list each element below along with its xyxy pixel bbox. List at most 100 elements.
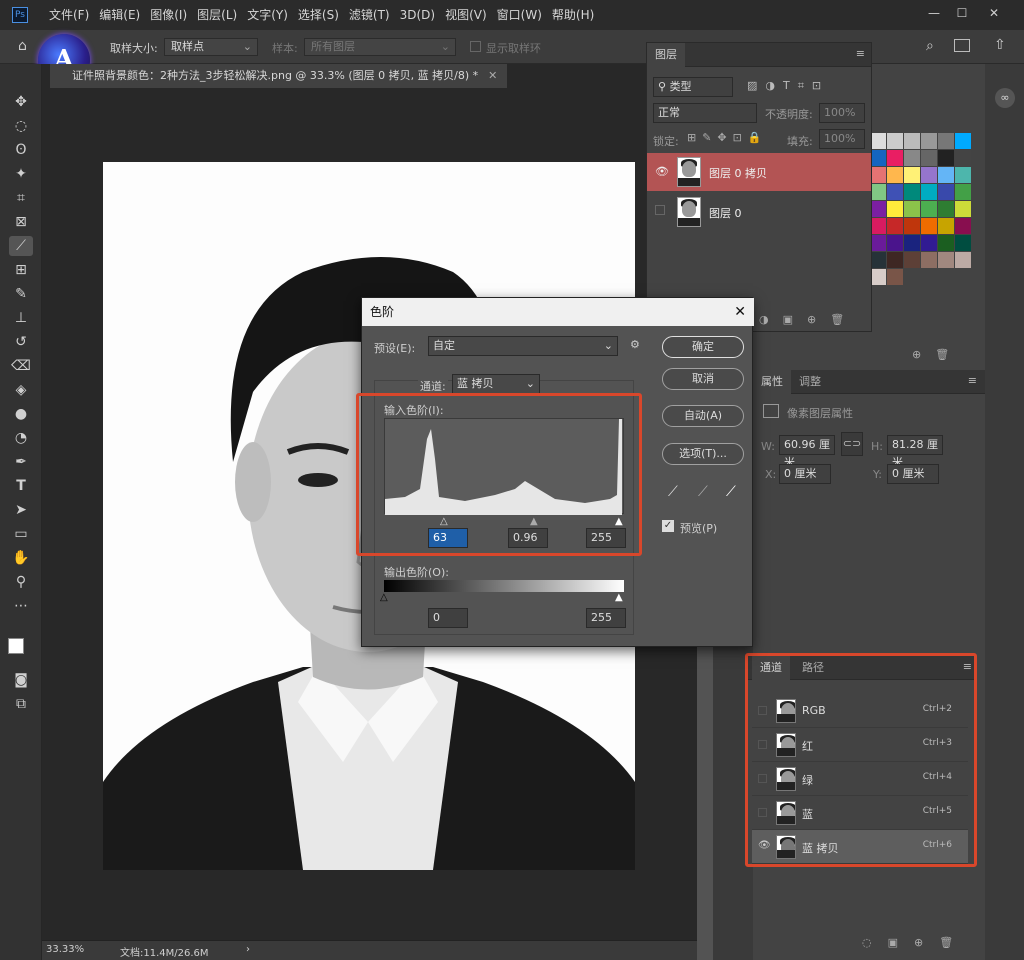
visibility-toggle[interactable] — [655, 205, 665, 215]
workspace-icon[interactable] — [954, 39, 970, 52]
layer-filter-select[interactable]: ⚲ 类型 — [653, 77, 733, 97]
menu-layer[interactable]: 图层(L) — [192, 0, 242, 30]
color-swatch[interactable] — [887, 252, 903, 268]
color-swatch[interactable] — [955, 150, 971, 166]
color-swatch[interactable] — [938, 252, 954, 268]
input-white-field[interactable]: 255 — [586, 528, 626, 548]
color-swatch[interactable] — [904, 184, 920, 200]
channel-row-rgb[interactable]: RGB Ctrl+2 — [752, 694, 968, 728]
ok-button[interactable]: 确定 — [662, 336, 744, 358]
color-swatch[interactable] — [870, 150, 886, 166]
menu-select[interactable]: 选择(S) — [293, 0, 344, 30]
eraser-tool-icon[interactable]: ⌫ — [9, 356, 33, 376]
color-swatch[interactable] — [921, 167, 937, 183]
chevron-right-icon[interactable]: › — [246, 944, 250, 955]
color-swatch[interactable] — [904, 218, 920, 234]
white-eyedropper-icon[interactable]: ⟋ — [726, 484, 736, 500]
visibility-toggle[interactable] — [758, 740, 767, 749]
opacity-field[interactable]: 100% — [819, 103, 865, 123]
fill-field[interactable]: 100% — [819, 129, 865, 149]
color-swatch[interactable] — [955, 218, 971, 234]
color-swatch[interactable] — [938, 184, 954, 200]
color-swatch[interactable] — [921, 235, 937, 251]
menu-view[interactable]: 视图(V) — [440, 0, 492, 30]
panel-menu-icon[interactable]: ≡ — [963, 660, 972, 673]
more-tools-icon[interactable]: ⋯ — [9, 596, 33, 616]
layer-actions[interactable]: ◑▣⊕🗑 — [759, 313, 858, 326]
panel-menu-icon[interactable]: ≡ — [968, 374, 977, 387]
menu-type[interactable]: 文字(Y) — [242, 0, 293, 30]
hand-tool-icon[interactable]: ✋ — [9, 548, 33, 568]
color-swatch[interactable] — [887, 133, 903, 149]
channel-actions[interactable]: ◌▣⊕🗑 — [862, 936, 969, 949]
share-icon[interactable]: ⇧ — [994, 37, 1006, 53]
paint-bucket-icon[interactable]: ◈ — [9, 380, 33, 400]
menu-edit[interactable]: 编辑(E) — [94, 0, 145, 30]
color-swatch[interactable] — [887, 167, 903, 183]
black-point-slider[interactable]: △ — [440, 516, 448, 527]
channel-select[interactable]: 蓝 拷贝 ⌄ — [452, 374, 540, 394]
document-tab[interactable]: 证件照背景颜色：2种方法_3步轻松解决.png @ 33.3% (图层 0 拷贝… — [50, 64, 508, 88]
color-swatch[interactable] — [870, 201, 886, 217]
layer-filter-icons[interactable]: ▨◑T⌗⊡ — [747, 79, 829, 93]
visibility-toggle[interactable] — [758, 808, 767, 817]
color-swatch[interactable] — [887, 201, 903, 217]
link-icon[interactable]: ⊂⊃ — [841, 432, 863, 456]
color-swatch[interactable] — [955, 201, 971, 217]
color-swatch[interactable] — [870, 218, 886, 234]
color-swatch[interactable] — [938, 218, 954, 234]
options-button[interactable]: 选项(T)... — [662, 443, 744, 465]
brush-tool-icon[interactable]: ✎ — [9, 284, 33, 304]
color-swatch[interactable] — [955, 235, 971, 251]
show-ring-checkbox[interactable] — [470, 41, 481, 52]
input-gamma-field[interactable]: 0.96 — [508, 528, 548, 548]
eyedropper-tool-icon[interactable]: ⟋ — [9, 236, 33, 256]
move-tool-icon[interactable]: ✥ — [9, 92, 33, 112]
gear-icon[interactable]: ⚙ — [630, 338, 640, 351]
channel-row-blue-copy[interactable]: 👁 蓝 拷贝 Ctrl+6 — [752, 830, 968, 864]
tab-properties[interactable]: 属性 — [753, 370, 791, 394]
white-point-slider[interactable]: ▲ — [615, 516, 623, 527]
home-icon[interactable]: ⌂ — [18, 38, 27, 54]
foreground-color-swatch[interactable] — [8, 638, 24, 654]
menu-filter[interactable]: 滤镜(T) — [344, 0, 395, 30]
color-swatch[interactable] — [887, 150, 903, 166]
maximize-icon[interactable]: ☐ — [952, 4, 972, 22]
blend-mode-select[interactable]: 正常 — [653, 103, 757, 123]
menu-file[interactable]: 文件(F) — [44, 0, 94, 30]
search-icon[interactable]: ⌕ — [926, 38, 934, 54]
path-select-icon[interactable]: ➤ — [9, 500, 33, 520]
creative-cloud-icon[interactable]: ∞ — [995, 88, 1015, 108]
crop-tool-icon[interactable]: ⌗ — [9, 188, 33, 208]
close-icon[interactable]: ✕ — [984, 4, 1004, 22]
color-swatch[interactable] — [921, 133, 937, 149]
x-field[interactable]: 0 厘米 — [779, 464, 831, 484]
tab-adjustments[interactable]: 调整 — [791, 370, 829, 394]
visibility-toggle[interactable] — [758, 774, 767, 783]
close-icon[interactable]: ✕ — [734, 298, 746, 326]
frame-tool-icon[interactable]: ⊠ — [9, 212, 33, 232]
color-swatch[interactable] — [938, 201, 954, 217]
type-tool-icon[interactable]: T — [9, 476, 33, 496]
menu-image[interactable]: 图像(I) — [145, 0, 192, 30]
color-swatch[interactable] — [887, 235, 903, 251]
color-swatch[interactable] — [938, 150, 954, 166]
color-swatch[interactable] — [938, 235, 954, 251]
zoom-level[interactable]: 33.33% — [46, 944, 84, 955]
color-swatch[interactable] — [904, 201, 920, 217]
input-black-field[interactable]: 63 — [428, 528, 468, 548]
tab-paths[interactable]: 路径 — [794, 656, 832, 680]
color-swatch[interactable] — [887, 184, 903, 200]
zoom-tool-icon[interactable]: ⚲ — [9, 572, 33, 592]
color-swatch[interactable] — [904, 133, 920, 149]
color-swatch[interactable] — [870, 252, 886, 268]
tab-channels[interactable]: 通道 — [752, 656, 790, 680]
color-swatch[interactable] — [921, 184, 937, 200]
visibility-eye-icon[interactable]: 👁 — [758, 840, 771, 851]
marquee-tool-icon[interactable]: ◌ — [9, 116, 33, 136]
sample-size-select[interactable]: 取样点 ⌄ — [164, 38, 258, 56]
color-swatch[interactable] — [887, 218, 903, 234]
visibility-eye-icon[interactable]: 👁 — [655, 165, 669, 178]
black-eyedropper-icon[interactable]: ⟋ — [668, 484, 678, 500]
channel-row-blue[interactable]: 蓝 Ctrl+5 — [752, 796, 968, 830]
